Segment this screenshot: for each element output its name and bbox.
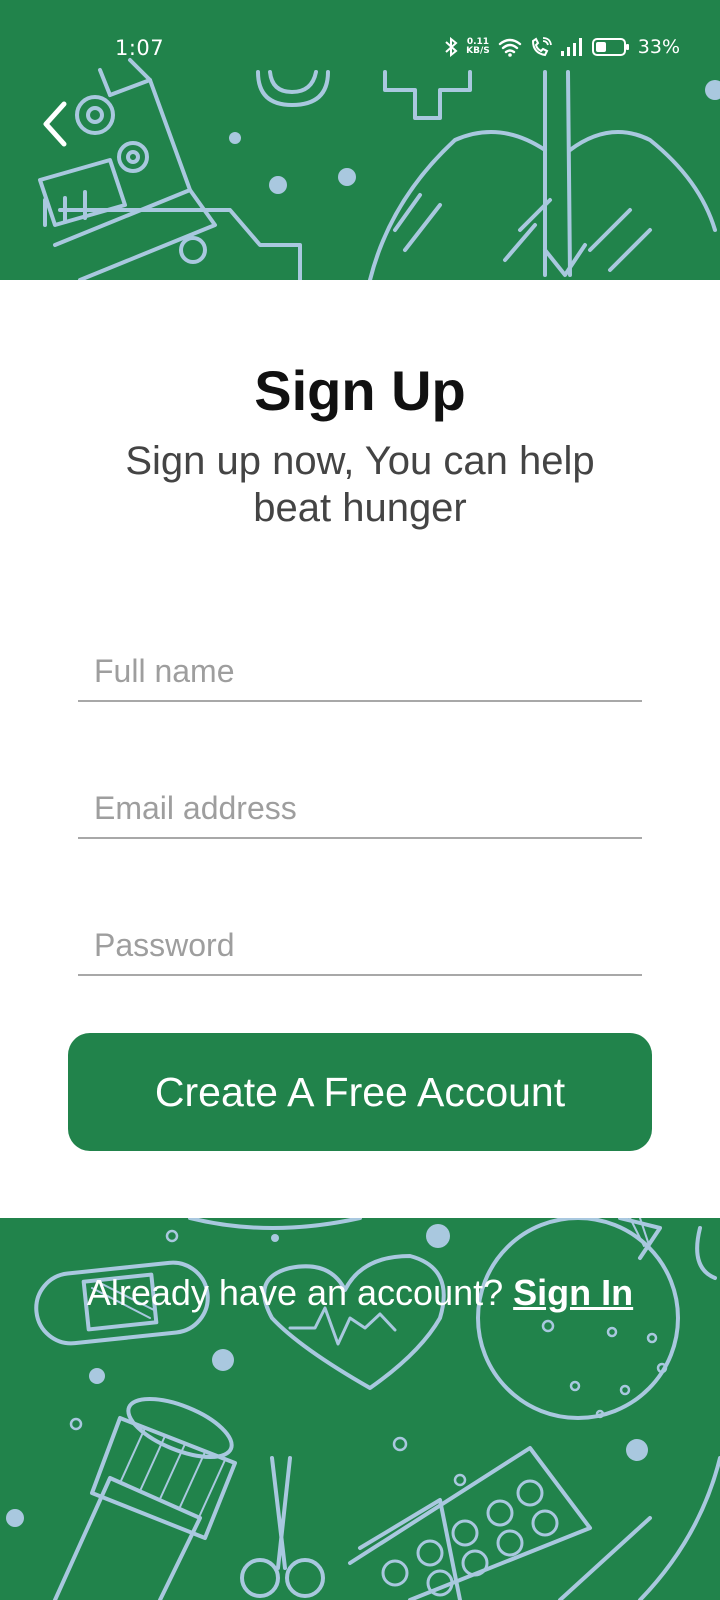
password-field	[78, 906, 642, 976]
battery-percent: 33%	[637, 36, 680, 58]
password-input[interactable]	[94, 927, 624, 964]
email-input[interactable]	[94, 790, 624, 827]
bluetooth-icon	[445, 37, 458, 57]
status-icons: 0.11 KB/S 33%	[444, 34, 680, 60]
full-name-field	[78, 632, 642, 702]
signin-link[interactable]: Sign In	[513, 1272, 633, 1313]
net-speed-unit: KB/S	[466, 46, 490, 56]
status-time: 1:07	[115, 36, 165, 60]
page-title: Sign Up	[254, 359, 466, 422]
wifi-calling-icon	[531, 37, 552, 57]
net-speed: 0.11 KB/S	[466, 38, 490, 56]
chevron-left-icon	[43, 101, 67, 147]
signal-icon	[560, 38, 582, 56]
full-name-input[interactable]	[94, 653, 624, 690]
email-field	[78, 769, 642, 839]
battery-icon	[591, 38, 629, 56]
create-account-button[interactable]: Create A Free Account	[68, 1033, 652, 1151]
signin-prompt: Already have an account? Sign In	[0, 1272, 720, 1314]
wifi-icon	[498, 38, 521, 57]
signin-prompt-text: Already have an account?	[86, 1272, 504, 1313]
page-subtitle: Sign up now, You can help beat hunger	[125, 439, 595, 530]
status-bar: 1:07 0.11 KB/S 33%	[0, 0, 720, 96]
back-button[interactable]	[30, 96, 80, 152]
